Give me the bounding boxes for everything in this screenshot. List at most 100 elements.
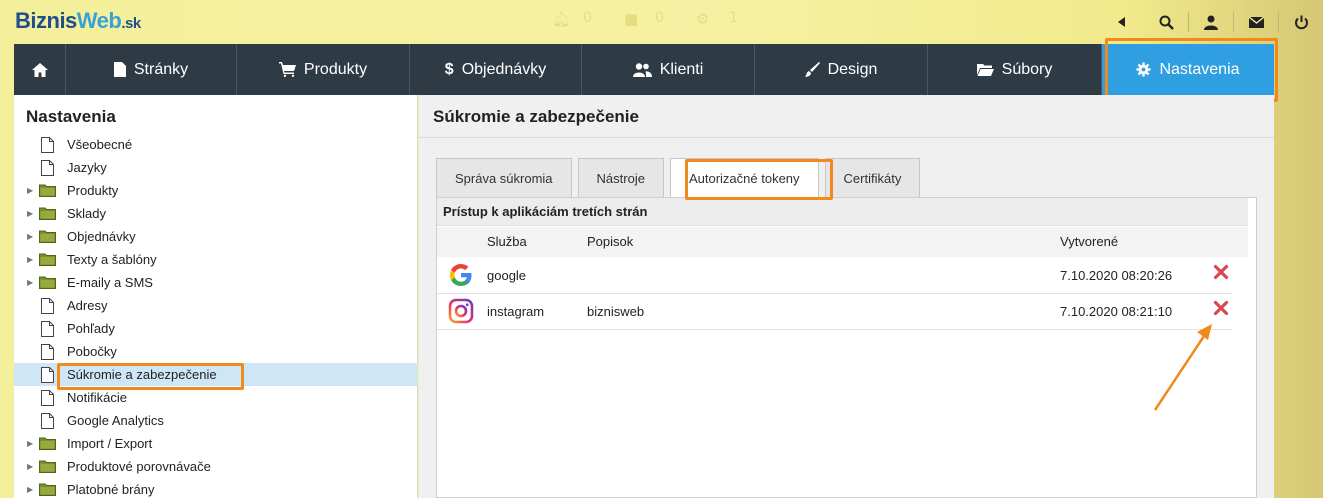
nav-objednavky[interactable]: $ Objednávky xyxy=(410,44,582,95)
sidebar-item[interactable]: ▶ Sklady xyxy=(14,202,418,225)
nav-design[interactable]: Design xyxy=(755,44,928,95)
sidebar-item-label: Texty a šablóny xyxy=(67,252,157,267)
sidebar-item[interactable]: Adresy xyxy=(14,294,418,317)
page-icon xyxy=(39,389,56,406)
sidebar-item[interactable]: Jazyky xyxy=(14,156,418,179)
sidebar-item-label: Notifikácie xyxy=(67,390,127,405)
page-icon xyxy=(113,62,126,77)
sidebar-item-label: Všeobecné xyxy=(67,137,133,152)
page-icon xyxy=(39,297,56,314)
sidebar-item-label: Pobočky xyxy=(67,344,117,359)
main-nav: Stránky Produkty $ Objednávky Klienti De… xyxy=(14,44,1274,95)
sidebar-item[interactable]: ▶ Platobné brány xyxy=(14,478,418,498)
sidebar-item-label: Produktové porovnávače xyxy=(67,459,211,474)
tab-nastroje[interactable]: Nástroje xyxy=(577,158,664,197)
sidebar-item[interactable]: ▶ Import / Export xyxy=(14,432,418,455)
bag-icon[interactable]: ■ xyxy=(624,10,638,28)
sidebar-item-label: Platobné brány xyxy=(67,482,155,497)
tab-sprava-sukromia[interactable]: Správa súkromia xyxy=(436,158,572,197)
page-icon xyxy=(39,343,56,360)
sidebar-item[interactable]: Google Analytics xyxy=(14,409,418,432)
page-icon xyxy=(39,159,56,176)
sidebar-item[interactable]: Pobočky xyxy=(14,340,418,363)
expand-arrow-icon[interactable]: ▶ xyxy=(27,255,39,264)
column-header-description: Popisok xyxy=(587,234,634,249)
panel-title: Prístup k aplikáciám tretích strán xyxy=(437,198,1248,226)
folder-icon xyxy=(39,481,56,498)
column-header-service: Služba xyxy=(487,234,527,249)
sidebar-item[interactable]: ▶ E-maily a SMS xyxy=(14,271,418,294)
cart-icon xyxy=(278,62,296,77)
table-row: google 7.10.2020 08:20:26 xyxy=(437,258,1232,294)
logo[interactable]: BiznisWeb.sk xyxy=(15,8,141,34)
user-icon[interactable] xyxy=(1189,11,1233,33)
sidebar-item[interactable]: ▶ Produktové porovnávače xyxy=(14,455,418,478)
page-title: Súkromie a zabezpečenie xyxy=(433,107,639,126)
nav-produkty[interactable]: Produkty xyxy=(237,44,410,95)
settings-tree: Všeobecné Jazyky ▶ Produkty ▶ Sklady ▶ Objednáv… xyxy=(14,133,418,498)
folder-icon xyxy=(39,182,56,199)
folder-icon xyxy=(39,274,56,291)
bell-icon[interactable]: 🔔︎ xyxy=(552,10,571,28)
search-icon[interactable] xyxy=(1144,11,1188,33)
sidebar-item-label: Sklady xyxy=(67,206,107,221)
highlight-tab xyxy=(685,159,833,200)
sidebar-item-label: E-maily a SMS xyxy=(67,275,153,290)
order-count: 0 xyxy=(655,10,664,26)
users-icon xyxy=(632,62,652,77)
sidebar-item[interactable]: ▶ Texty a šablóny xyxy=(14,248,418,271)
dollar-icon: $ xyxy=(444,60,454,78)
delete-icon[interactable] xyxy=(1213,264,1229,280)
table-header: Služba Popisok Vytvorené xyxy=(437,227,1248,257)
divider xyxy=(419,137,1274,138)
expand-arrow-icon[interactable]: ▶ xyxy=(27,232,39,241)
mail-icon[interactable] xyxy=(1234,11,1278,33)
tab-certifikaty[interactable]: Certifikáty xyxy=(824,158,921,197)
nav-home[interactable] xyxy=(14,44,66,95)
sidebar-item[interactable]: ▶ Produkty xyxy=(14,179,418,202)
sidebar-item[interactable]: Pohľady xyxy=(14,317,418,340)
page-icon xyxy=(39,320,56,337)
expand-arrow-icon[interactable]: ▶ xyxy=(27,462,39,471)
sidebar-title: Nastavenia xyxy=(26,107,116,126)
nav-subory[interactable]: Súbory xyxy=(928,44,1102,95)
folder-icon xyxy=(39,228,56,245)
expand-arrow-icon[interactable]: ▶ xyxy=(27,209,39,218)
highlight-nav-nastavenia xyxy=(1105,38,1278,102)
google-icon xyxy=(450,264,472,286)
expand-arrow-icon[interactable]: ▶ xyxy=(27,186,39,195)
folder-icon xyxy=(39,205,56,222)
nav-stranky[interactable]: Stránky xyxy=(66,44,237,95)
tokens-panel: Prístup k aplikáciám tretích strán Služb… xyxy=(436,197,1257,498)
expand-arrow-icon[interactable]: ▶ xyxy=(27,439,39,448)
notification-count: 0 xyxy=(583,10,592,26)
instagram-icon xyxy=(448,298,474,324)
delete-icon[interactable] xyxy=(1213,300,1229,316)
page-icon xyxy=(39,366,56,383)
table-row: instagram biznisweb 7.10.2020 08:21:10 xyxy=(437,294,1232,330)
tabs: Správa súkromia Nástroje Autorizačné tok… xyxy=(436,158,921,198)
service-name: instagram xyxy=(487,304,545,319)
gear-faint-icon[interactable]: ⚙ xyxy=(696,10,709,28)
sidebar-item-label: Adresy xyxy=(67,298,108,313)
sidebar-item-label: Objednávky xyxy=(67,229,136,244)
sidebar-item[interactable]: ▶ Objednávky xyxy=(14,225,418,248)
sidebar-item-label: Import / Export xyxy=(67,436,153,451)
folder-icon xyxy=(976,64,994,76)
power-icon[interactable] xyxy=(1279,11,1323,33)
sidebar-item-label: Google Analytics xyxy=(67,413,164,428)
page-icon xyxy=(39,412,56,429)
sidebar-item-label: Produkty xyxy=(67,183,119,198)
expand-arrow-icon[interactable]: ▶ xyxy=(27,485,39,494)
sidebar-item[interactable]: Všeobecné xyxy=(14,133,418,156)
page-icon xyxy=(39,136,56,153)
highlight-sidebar-item xyxy=(57,363,244,390)
nav-klienti[interactable]: Klienti xyxy=(582,44,755,95)
top-icons xyxy=(1100,10,1323,34)
play-left-icon[interactable] xyxy=(1100,11,1144,33)
service-description: biznisweb xyxy=(587,304,645,319)
sidebar-item-label: Pohľady xyxy=(67,321,115,336)
created-date: 7.10.2020 08:20:26 xyxy=(1060,268,1173,283)
expand-arrow-icon[interactable]: ▶ xyxy=(27,278,39,287)
brush-icon xyxy=(804,62,820,77)
